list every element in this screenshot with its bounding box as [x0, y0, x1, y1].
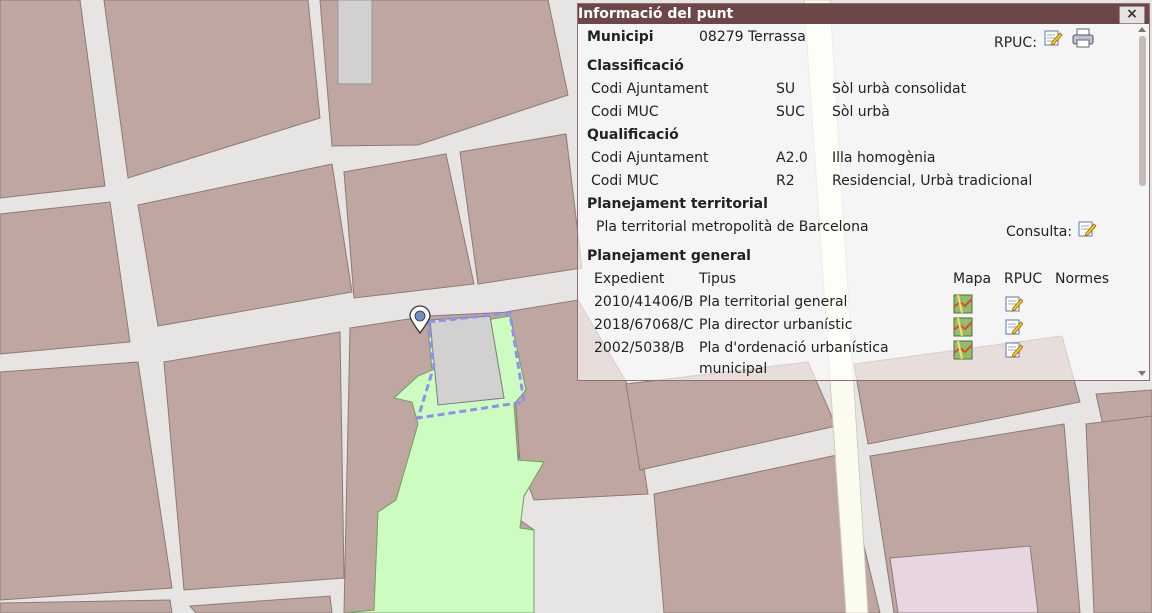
- column-header-rpuc: RPUC: [1004, 271, 1043, 287]
- classificacio-heading: Classificació: [587, 58, 684, 74]
- expedient-cell: 2018/67068/C: [594, 317, 694, 333]
- expedient-cell: 2002/5038/B: [594, 340, 685, 356]
- row-code: SU: [776, 81, 796, 97]
- municipi-label: Municipi: [587, 29, 654, 45]
- city-block: [0, 201, 131, 355]
- printer-icon[interactable]: [1072, 27, 1094, 49]
- map-icon[interactable]: [953, 294, 973, 314]
- tipus-cell-continued: municipal: [699, 361, 768, 377]
- row-description: Residencial, Urbà tradicional: [832, 173, 1033, 189]
- column-header-expedient: Expedient: [594, 271, 665, 287]
- tipus-cell: Pla director urbanístic: [699, 317, 853, 333]
- scroll-thumb[interactable]: [1139, 36, 1146, 186]
- row-description: Sòl urbà: [832, 104, 890, 120]
- consulta-label: Consulta:: [1006, 224, 1073, 240]
- edit-document-icon[interactable]: [1005, 341, 1023, 359]
- rpuc-label: RPUC:: [994, 35, 1037, 51]
- city-block: [459, 133, 583, 285]
- column-header-tipus: Tipus: [699, 271, 737, 287]
- planejament-general-heading: Planejament general: [587, 248, 751, 264]
- row-description: Sòl urbà consolidat: [832, 81, 967, 97]
- close-button[interactable]: ×: [1119, 6, 1145, 24]
- planejament-territorial-heading: Planejament territorial: [587, 196, 768, 212]
- expedient-cell: 2010/41406/B: [594, 294, 694, 310]
- edit-document-icon[interactable]: [1044, 29, 1062, 47]
- city-block: [163, 331, 345, 591]
- territorial-plan-name: Pla territorial metropolità de Barcelona: [596, 219, 869, 235]
- pink-block: [889, 545, 1039, 613]
- edit-document-icon[interactable]: [1005, 295, 1023, 313]
- map-icon[interactable]: [953, 317, 973, 337]
- building: [337, 0, 373, 85]
- column-header-mapa: Mapa: [953, 271, 992, 287]
- row-code: SUC: [776, 104, 805, 120]
- popup-scrollbar[interactable]: [1137, 24, 1148, 380]
- popup-body: Municipi 08279 Terrassa RPUC: Classifica…: [578, 24, 1137, 380]
- city-block: [1085, 415, 1152, 613]
- qualificacio-heading: Qualificació: [587, 127, 679, 143]
- row-code: R2: [776, 173, 795, 189]
- scroll-up-arrow-icon[interactable]: [1138, 27, 1146, 32]
- municipi-value: 08279 Terrassa: [699, 29, 806, 45]
- scroll-down-arrow-icon[interactable]: [1138, 371, 1146, 376]
- row-label: Codi MUC: [591, 104, 659, 120]
- column-header-normes: Normes: [1055, 271, 1110, 287]
- point-info-popup: Informació del punt × Municipi 08279 Ter…: [577, 3, 1150, 381]
- row-code: A2.0: [776, 150, 808, 166]
- row-label: Codi Ajuntament: [591, 150, 709, 166]
- edit-document-icon[interactable]: [1078, 220, 1096, 238]
- row-label: Codi Ajuntament: [591, 81, 709, 97]
- tipus-cell: Pla d'ordenació urbanística: [699, 340, 889, 356]
- popup-title: Informació del punt: [578, 6, 734, 22]
- row-label: Codi MUC: [591, 173, 659, 189]
- tipus-cell: Pla territorial general: [699, 294, 848, 310]
- row-description: Illa homogènia: [832, 150, 936, 166]
- map-icon[interactable]: [953, 340, 973, 360]
- edit-document-icon[interactable]: [1005, 318, 1023, 336]
- popup-header: Informació del punt ×: [578, 4, 1149, 24]
